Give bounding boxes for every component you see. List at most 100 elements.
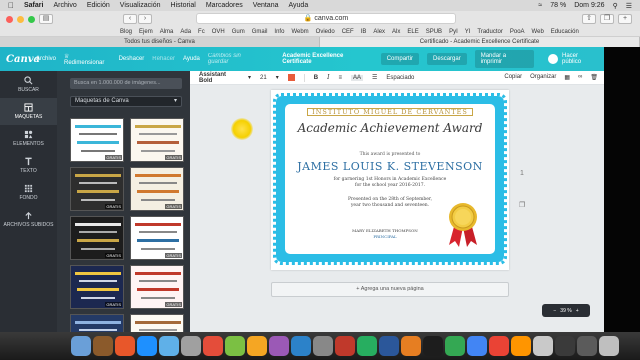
bookmark-item[interactable]: Web: [532, 29, 544, 35]
template-thumbnail[interactable]: GRATIS: [130, 167, 184, 211]
dock-app-icon[interactable]: [467, 336, 487, 356]
share-icon[interactable]: ⇧: [582, 14, 596, 24]
close-window-button[interactable]: [6, 15, 13, 23]
bookmark-item[interactable]: Fc: [198, 29, 205, 35]
chevron-down-icon[interactable]: ▾: [248, 74, 251, 81]
dock-app-icon[interactable]: [357, 336, 377, 356]
menu-archivo[interactable]: Archivo: [53, 2, 76, 9]
copy-button[interactable]: Copiar: [504, 74, 522, 81]
uppercase-button[interactable]: AA: [350, 74, 363, 81]
dock-app-icon[interactable]: [555, 336, 575, 356]
bookmark-item[interactable]: Webm: [291, 29, 308, 35]
font-size-input[interactable]: 21: [260, 75, 267, 81]
menu-ayuda[interactable]: Ayuda: [288, 2, 308, 9]
bookmark-item[interactable]: PyI: [449, 29, 458, 35]
sidebar-item-background[interactable]: FONDO: [0, 179, 57, 206]
dock-app-icon[interactable]: [269, 336, 289, 356]
dock-app-icon[interactable]: [511, 336, 531, 356]
dock-app-icon[interactable]: [225, 336, 245, 356]
tab-certificate[interactable]: Certificado - Academic Excellence Certif…: [320, 37, 640, 47]
template-thumbnail[interactable]: GRATIS: [70, 265, 124, 309]
link-icon[interactable]: ∞: [578, 74, 582, 81]
menu-marcadores[interactable]: Marcadores: [206, 2, 243, 9]
dock-app-icon[interactable]: [489, 336, 509, 356]
spotlight-icon[interactable]: ⚲: [613, 2, 618, 10]
sidebar-item-search[interactable]: BUSCAR: [0, 71, 57, 98]
bookmark-item[interactable]: SPUB: [426, 29, 442, 35]
tab-all-designs[interactable]: Todos tus diseños - Canva: [0, 37, 320, 47]
template-thumbnail[interactable]: GRATIS: [130, 118, 184, 162]
signer-name[interactable]: MARY ELIZABETH THOMPSON: [345, 228, 425, 233]
dock-app-icon[interactable]: [291, 336, 311, 356]
menu-historial[interactable]: Historial: [171, 2, 196, 9]
italic-button[interactable]: I: [327, 74, 329, 81]
bookmark-item[interactable]: Info: [274, 29, 284, 35]
add-page-button[interactable]: + Agrega una nueva página: [271, 282, 509, 297]
design-title[interactable]: Academic Excellence Certificate: [282, 53, 372, 65]
certificate-page[interactable]: INSTITUTO MIGUEL DE CERVANTES Academic A…: [271, 90, 509, 270]
menu-edicion[interactable]: Edición: [87, 2, 110, 9]
print-button[interactable]: Mandar a imprimir: [474, 50, 535, 68]
minus-icon[interactable]: −: [553, 308, 556, 314]
bookmark-item[interactable]: Educación: [551, 29, 579, 35]
spacing-button[interactable]: Espaciado: [386, 75, 414, 81]
file-menu[interactable]: Archivo: [36, 56, 56, 62]
canva-logo[interactable]: Canva: [6, 54, 40, 65]
battery-text[interactable]: 78 %: [550, 2, 566, 9]
sidebar-item-elements[interactable]: ELEMENTOS: [0, 125, 57, 152]
dock-app-icon[interactable]: [137, 336, 157, 356]
dock-app-icon[interactable]: [577, 336, 597, 356]
dock-app-icon[interactable]: [203, 336, 223, 356]
menu-ventana[interactable]: Ventana: [253, 2, 279, 9]
plus-icon[interactable]: +: [576, 308, 579, 314]
bookmark-item[interactable]: Alma: [160, 29, 174, 35]
wifi-icon[interactable]: ≈: [538, 2, 542, 9]
bookmark-item[interactable]: PooA: [510, 29, 525, 35]
dock-app-icon[interactable]: [423, 336, 443, 356]
undo-button[interactable]: Deshacer: [119, 56, 145, 62]
presented-text[interactable]: This award is presented to: [285, 152, 495, 157]
apple-icon[interactable]: : [8, 1, 14, 10]
bookmark-item[interactable]: Traductor: [477, 29, 502, 35]
bookmark-item[interactable]: IB: [361, 29, 367, 35]
duplicate-page-icon[interactable]: ❐: [519, 201, 525, 209]
arrange-button[interactable]: Organizar: [530, 74, 556, 81]
bookmark-item[interactable]: ELE: [407, 29, 418, 35]
bookmark-item[interactable]: Alx: [392, 29, 400, 35]
font-selector[interactable]: Assistant Bold: [199, 72, 239, 84]
dock-app-icon[interactable]: [159, 336, 179, 356]
bookmark-item[interactable]: CEF: [342, 29, 354, 35]
dock-app-icon[interactable]: [181, 336, 201, 356]
resize-button[interactable]: ♕ Redimensionar: [64, 53, 111, 66]
template-thumbnail[interactable]: GRATIS: [70, 314, 124, 332]
text-color-swatch[interactable]: [287, 74, 295, 81]
dock-app-icon[interactable]: [401, 336, 421, 356]
bookmark-item[interactable]: Gum: [232, 29, 245, 35]
dock-app-icon[interactable]: [533, 336, 553, 356]
forward-button[interactable]: ›: [138, 14, 152, 24]
bookmark-item[interactable]: YI: [465, 29, 471, 35]
new-tab-button[interactable]: +: [618, 14, 632, 24]
bookmark-item[interactable]: Ada: [180, 29, 191, 35]
list-icon[interactable]: ☰: [372, 74, 377, 81]
template-thumbnail[interactable]: GRATIS: [130, 314, 184, 332]
dock-app-icon[interactable]: [71, 336, 91, 356]
gold-seal-icon[interactable]: [443, 201, 483, 249]
tabs-overview-icon[interactable]: ❐: [600, 14, 614, 24]
align-icon[interactable]: ≡: [338, 75, 342, 81]
share-button[interactable]: Compartir: [380, 53, 420, 65]
templates-dropdown[interactable]: Maquetas de Canva ▾: [70, 96, 182, 107]
institution-title[interactable]: INSTITUTO MIGUEL DE CERVANTES: [307, 108, 473, 116]
signer-role[interactable]: PRINCIPAL: [345, 234, 425, 239]
transparency-icon[interactable]: ▦: [564, 74, 570, 81]
zoom-window-button[interactable]: [28, 15, 35, 23]
menu-app[interactable]: Safari: [24, 2, 43, 9]
dock-app-icon[interactable]: [247, 336, 267, 356]
dock-app-icon[interactable]: [599, 336, 619, 356]
help-button[interactable]: Ayuda: [183, 56, 200, 62]
redo-button[interactable]: Rehacer: [152, 56, 175, 62]
template-thumbnail[interactable]: GRATIS: [130, 216, 184, 260]
image-search-input[interactable]: Busca en 1.000.000 de imágenes...: [70, 78, 182, 89]
menu-list-icon[interactable]: ☰: [626, 2, 632, 10]
bold-button[interactable]: B: [314, 75, 318, 81]
